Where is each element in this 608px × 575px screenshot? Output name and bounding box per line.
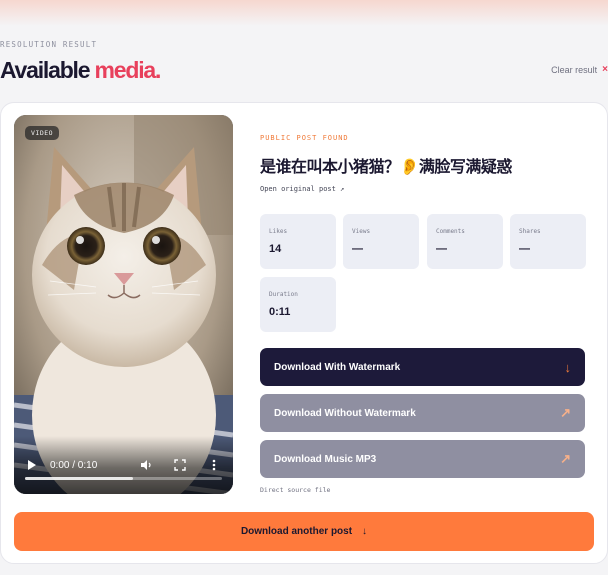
video-badge: VIDEO: [25, 126, 60, 140]
stat-label: Views: [352, 228, 371, 235]
download-label: Download Music MP3: [274, 453, 377, 465]
stat-label: Likes: [269, 228, 288, 235]
arrow-down-icon: ↓: [362, 526, 368, 537]
post-title: 是谁在叫本小猪猫？👂满脸写满疑惑: [260, 157, 512, 176]
video-controls: 0:00 / 0:10: [14, 436, 233, 494]
stat-value: —: [519, 243, 530, 255]
download-label: Download Without Watermark: [274, 407, 416, 419]
page-title: Available media.: [0, 57, 162, 84]
post-status: PUBLIC POST FOUND: [260, 134, 349, 142]
source-note: Direct source file: [260, 486, 331, 494]
page-title-accent: media.: [94, 57, 162, 83]
volume-icon[interactable]: [140, 459, 152, 471]
more-vertical-icon[interactable]: [208, 459, 220, 471]
video-time: 0:00 / 0:10: [50, 459, 98, 471]
progress-fill: [25, 477, 134, 480]
download-music-mp3-button[interactable]: Download Music MP3 ↗: [260, 440, 585, 478]
stat-label: Duration: [269, 291, 298, 298]
open-original-post-link[interactable]: Open original post ↗: [260, 185, 344, 193]
download-label: Download With Watermark: [274, 361, 401, 373]
top-glow: [0, 0, 608, 26]
video-controls-row: 0:00 / 0:10: [27, 458, 220, 472]
stat-duration: Duration 0:11: [260, 277, 336, 332]
stat-likes: Likes 14: [260, 214, 336, 269]
arrow-up-right-icon: ↗: [560, 405, 571, 420]
video-player[interactable]: VIDEO 0:00 / 0:10: [14, 115, 233, 494]
stat-label: Comments: [436, 228, 465, 235]
fullscreen-icon[interactable]: [174, 459, 186, 471]
download-another-post-button[interactable]: Download another post ↓: [14, 512, 594, 551]
arrow-down-icon: ↓: [564, 359, 572, 375]
stat-value: —: [352, 243, 363, 255]
download-without-watermark-button[interactable]: Download Without Watermark ↗: [260, 394, 585, 432]
page-title-main: Available: [0, 57, 91, 83]
download-another-label: Download another post: [240, 526, 353, 537]
stat-value: 14: [269, 243, 282, 255]
play-icon[interactable]: [27, 460, 37, 470]
stat-comments: Comments —: [427, 214, 503, 269]
stat-views: Views —: [343, 214, 419, 269]
clear-result-button[interactable]: Clear result ×: [551, 64, 608, 75]
progress-track[interactable]: [25, 477, 222, 480]
stat-shares: Shares —: [510, 214, 586, 269]
arrow-up-right-icon: ↗: [560, 451, 571, 466]
download-with-watermark-button[interactable]: Download With Watermark ↓: [260, 348, 585, 386]
stat-label: Shares: [519, 228, 541, 235]
stat-value: —: [436, 243, 447, 255]
close-icon: ×: [602, 64, 608, 75]
clear-result-label: Clear result: [551, 64, 598, 75]
section-eyebrow: RESOLUTION RESULT: [0, 40, 98, 49]
stat-value: 0:11: [269, 306, 291, 318]
